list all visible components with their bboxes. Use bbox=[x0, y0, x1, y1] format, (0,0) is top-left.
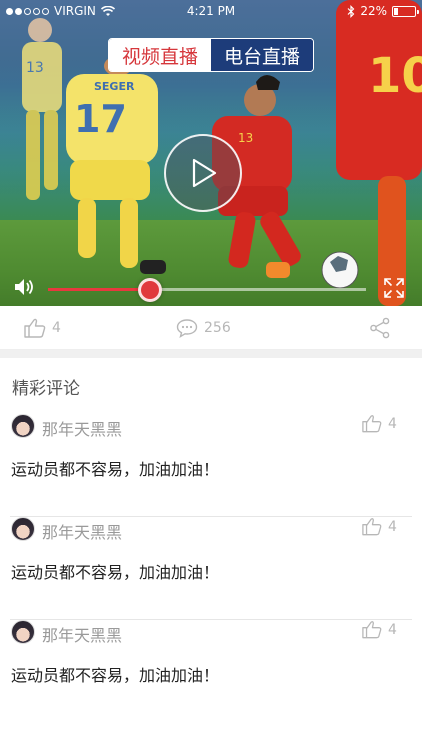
play-icon bbox=[192, 158, 217, 188]
section-divider bbox=[0, 350, 422, 358]
tab-radio-live[interactable]: 电台直播 bbox=[211, 39, 313, 71]
comment-like-count: 4 bbox=[388, 621, 397, 638]
video-controls bbox=[0, 272, 422, 306]
comment-like-button[interactable]: 4 bbox=[362, 620, 397, 639]
play-button[interactable] bbox=[164, 134, 242, 212]
thumbs-up-icon bbox=[24, 318, 46, 338]
wifi-icon bbox=[100, 5, 115, 16]
avatar[interactable] bbox=[11, 517, 35, 541]
comment-button[interactable]: 256 bbox=[176, 306, 231, 350]
progress-thumb[interactable] bbox=[137, 278, 162, 302]
status-right: 22% bbox=[347, 4, 419, 18]
thumbs-up-icon bbox=[362, 415, 382, 433]
comment-item: 那年天黑黑 4 运动员都不容易，加油加油！ bbox=[0, 517, 422, 620]
comment-count: 256 bbox=[204, 320, 231, 336]
avatar[interactable] bbox=[11, 620, 35, 644]
comment-like-button[interactable]: 4 bbox=[362, 414, 397, 433]
comment-text: 运动员都不容易，加油加油！ bbox=[11, 666, 220, 685]
avatar[interactable] bbox=[11, 414, 35, 438]
battery-level bbox=[394, 7, 399, 15]
live-tab-switcher: 视频直播 电台直播 bbox=[108, 38, 314, 72]
comment-user-name[interactable]: 那年天黑黑 bbox=[42, 622, 122, 646]
comment-like-button[interactable]: 4 bbox=[362, 517, 397, 536]
jersey-number-3: 13 bbox=[238, 131, 253, 145]
like-button[interactable]: 4 bbox=[24, 306, 61, 350]
jersey-number-2: 17 bbox=[74, 97, 127, 141]
volume-icon[interactable] bbox=[13, 277, 35, 297]
comment-icon bbox=[176, 319, 198, 338]
comment-like-count: 4 bbox=[388, 518, 397, 535]
status-bar: VIRGIN 4:21 PM 22% bbox=[0, 0, 422, 22]
carrier-name: VIRGIN bbox=[54, 4, 96, 18]
signal-strength-icon bbox=[6, 7, 49, 15]
comment-text: 运动员都不容易，加油加油！ bbox=[11, 563, 220, 582]
jersey-number-4: 10 bbox=[368, 48, 422, 104]
action-bar: 4 256 bbox=[0, 306, 422, 350]
share-icon bbox=[370, 317, 390, 339]
video-player[interactable]: 13 SEGER 17 13 10 VIRGIN 4:21 PM 22% 视频直… bbox=[0, 0, 422, 306]
comment-item: 那年天黑黑 4 运动员都不容易，加油加油！ bbox=[0, 414, 422, 517]
bluetooth-icon bbox=[347, 4, 355, 18]
status-left: VIRGIN bbox=[6, 4, 115, 18]
progress-track[interactable] bbox=[48, 278, 366, 302]
jersey-number-1: 13 bbox=[26, 60, 44, 76]
comment-text: 运动员都不容易，加油加油！ bbox=[11, 460, 220, 479]
tab-video-live[interactable]: 视频直播 bbox=[109, 39, 211, 71]
progress-fill bbox=[48, 288, 150, 291]
thumbs-up-icon bbox=[362, 621, 382, 639]
share-button[interactable] bbox=[369, 306, 391, 350]
fullscreen-icon[interactable] bbox=[384, 278, 404, 298]
comment-like-count: 4 bbox=[388, 415, 397, 432]
jersey-name: SEGER bbox=[94, 80, 135, 93]
comments-title: 精彩评论 bbox=[12, 379, 80, 399]
like-count: 4 bbox=[52, 320, 61, 336]
comment-user-name[interactable]: 那年天黑黑 bbox=[42, 519, 122, 543]
battery-icon bbox=[392, 5, 419, 17]
battery-percent: 22% bbox=[360, 4, 387, 18]
comment-user-name[interactable]: 那年天黑黑 bbox=[42, 416, 122, 440]
comment-item: 那年天黑黑 4 运动员都不容易，加油加油！ bbox=[0, 620, 422, 723]
thumbs-up-icon bbox=[362, 518, 382, 536]
